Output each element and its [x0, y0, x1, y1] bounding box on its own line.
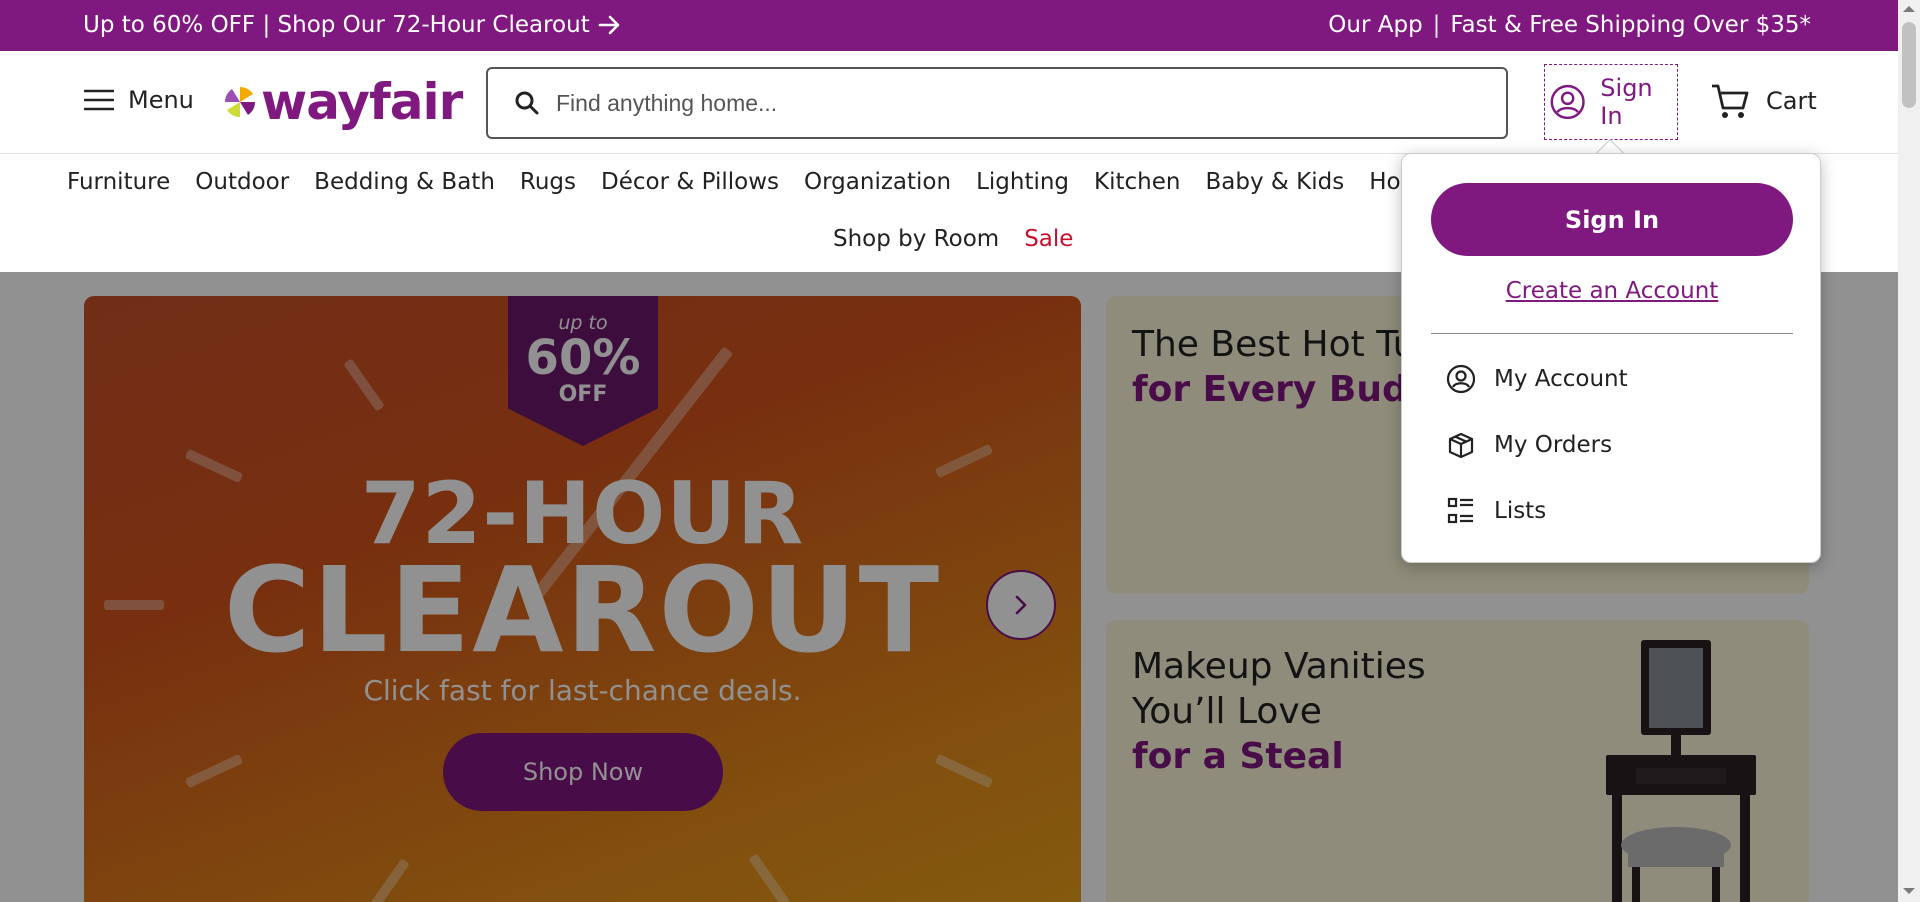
nav-item-bedding-bath[interactable]: Bedding & Bath	[314, 169, 495, 195]
dropdown-item-my-account[interactable]: My Account	[1446, 364, 1628, 394]
list-icon	[1447, 497, 1473, 524]
nav-item-organization[interactable]: Organization	[804, 169, 951, 195]
wayfair-pinwheel-icon	[225, 87, 255, 117]
scroll-thumb[interactable]	[1902, 22, 1916, 108]
dropdown-item-lists[interactable]: Lists	[1446, 496, 1546, 526]
header-sign-in-button[interactable]: Sign In	[1544, 64, 1678, 140]
free-shipping-text[interactable]: Fast & Free Shipping Over $35*	[1450, 12, 1811, 38]
nav-item-decor-pillows[interactable]: Décor & Pillows	[601, 169, 779, 195]
dropdown-item-my-orders[interactable]: My Orders	[1446, 430, 1612, 460]
nav-item-rugs[interactable]: Rugs	[520, 169, 576, 195]
cart-icon	[1712, 84, 1749, 118]
wayfair-logo[interactable]: wayfair	[223, 73, 463, 131]
nav-item-sale[interactable]: Sale	[1024, 226, 1073, 252]
nav-item-outdoor[interactable]: Outdoor	[195, 169, 289, 195]
dropdown-item-label: Lists	[1494, 498, 1547, 524]
dropdown-divider	[1431, 333, 1793, 334]
dropdown-sign-in-button[interactable]: Sign In	[1431, 183, 1793, 256]
menu-label: Menu	[128, 86, 194, 114]
hamburger-icon	[84, 89, 114, 111]
nav-item-baby-kids[interactable]: Baby & Kids	[1205, 169, 1344, 195]
promo-separator: |	[1432, 12, 1441, 38]
dropdown-item-label: My Account	[1494, 366, 1628, 392]
user-account-icon	[1550, 84, 1585, 120]
package-icon	[1448, 432, 1474, 459]
nav-item-kitchen[interactable]: Kitchen	[1094, 169, 1180, 195]
promo-clearout-link[interactable]: Up to 60% OFF | Shop Our 72-Hour Clearou…	[83, 12, 622, 38]
user-account-icon	[1446, 364, 1476, 394]
logo-text: wayfair	[261, 73, 463, 131]
category-nav-row-2: Shop by Room Sale	[833, 226, 1073, 252]
site-header: Menu wayfair Sign In Cart	[0, 51, 1898, 154]
category-nav-row-1: Furniture Outdoor Bedding & Bath Rugs Dé…	[67, 169, 1474, 195]
promo-bar: Up to 60% OFF | Shop Our 72-Hour Clearou…	[0, 0, 1898, 51]
page-scrollbar[interactable]	[1898, 0, 1920, 902]
scroll-up-arrow-icon[interactable]	[1903, 6, 1915, 12]
dropdown-item-label: My Orders	[1494, 432, 1613, 458]
our-app-link[interactable]: Our App	[1328, 12, 1422, 38]
arrow-right-icon	[598, 15, 620, 35]
search-input[interactable]	[556, 89, 1436, 117]
nav-item-lighting[interactable]: Lighting	[976, 169, 1069, 195]
cart-button[interactable]: Cart	[1710, 81, 1817, 121]
scroll-down-arrow-icon[interactable]	[1903, 888, 1915, 894]
nav-item-shop-by-room[interactable]: Shop by Room	[833, 226, 999, 252]
cart-label: Cart	[1766, 87, 1817, 115]
nav-item-furniture[interactable]: Furniture	[67, 169, 170, 195]
search-icon	[515, 91, 539, 115]
promo-right: Our App | Fast & Free Shipping Over $35*	[1328, 12, 1811, 38]
search-bar[interactable]	[486, 67, 1508, 139]
account-dropdown: Sign In Create an Account My Account My …	[1401, 153, 1821, 563]
menu-button[interactable]: Menu	[84, 86, 194, 114]
create-account-link[interactable]: Create an Account	[1402, 278, 1822, 304]
promo-clearout-text: Up to 60% OFF | Shop Our 72-Hour Clearou…	[83, 12, 590, 38]
header-sign-in-label: Sign In	[1600, 74, 1653, 130]
